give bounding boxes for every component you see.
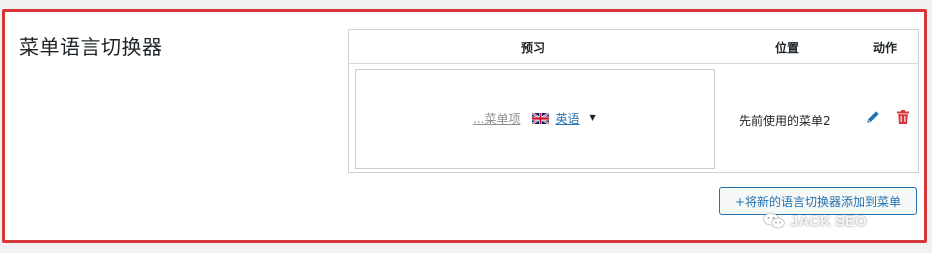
- menu-position: 先前使用的菜单2: [739, 114, 831, 128]
- add-language-switcher-button[interactable]: +将新的语言切换器添加到菜单: [719, 187, 917, 215]
- watermark-text: JACK SEO: [790, 212, 867, 230]
- preview-area: ...菜单项 英语 ▼: [355, 69, 715, 169]
- pencil-icon[interactable]: [866, 110, 880, 124]
- dropdown-caret-icon[interactable]: ▼: [589, 113, 595, 122]
- table-header: 预习 位置 动作: [349, 30, 918, 64]
- uk-flag-icon: [532, 113, 550, 124]
- trash-icon[interactable]: [897, 110, 909, 124]
- column-header-preview: 预习: [521, 41, 546, 55]
- column-header-action: 动作: [873, 41, 898, 55]
- menu-item-link[interactable]: ...菜单项: [473, 110, 520, 127]
- section-title: 菜单语言切换器: [19, 35, 163, 59]
- language-switcher-table: 预习 位置 动作 ...菜单项 英语 ▼ 先前使用的菜单2: [348, 29, 919, 173]
- language-switcher-panel: 菜单语言切换器 预习 位置 动作 ...菜单项 英语 ▼ 先前使用的菜单2 +将…: [2, 9, 927, 243]
- switcher-preview: ...菜单项 英语 ▼: [473, 110, 596, 127]
- language-link[interactable]: 英语: [555, 110, 579, 127]
- column-header-position: 位置: [775, 41, 800, 55]
